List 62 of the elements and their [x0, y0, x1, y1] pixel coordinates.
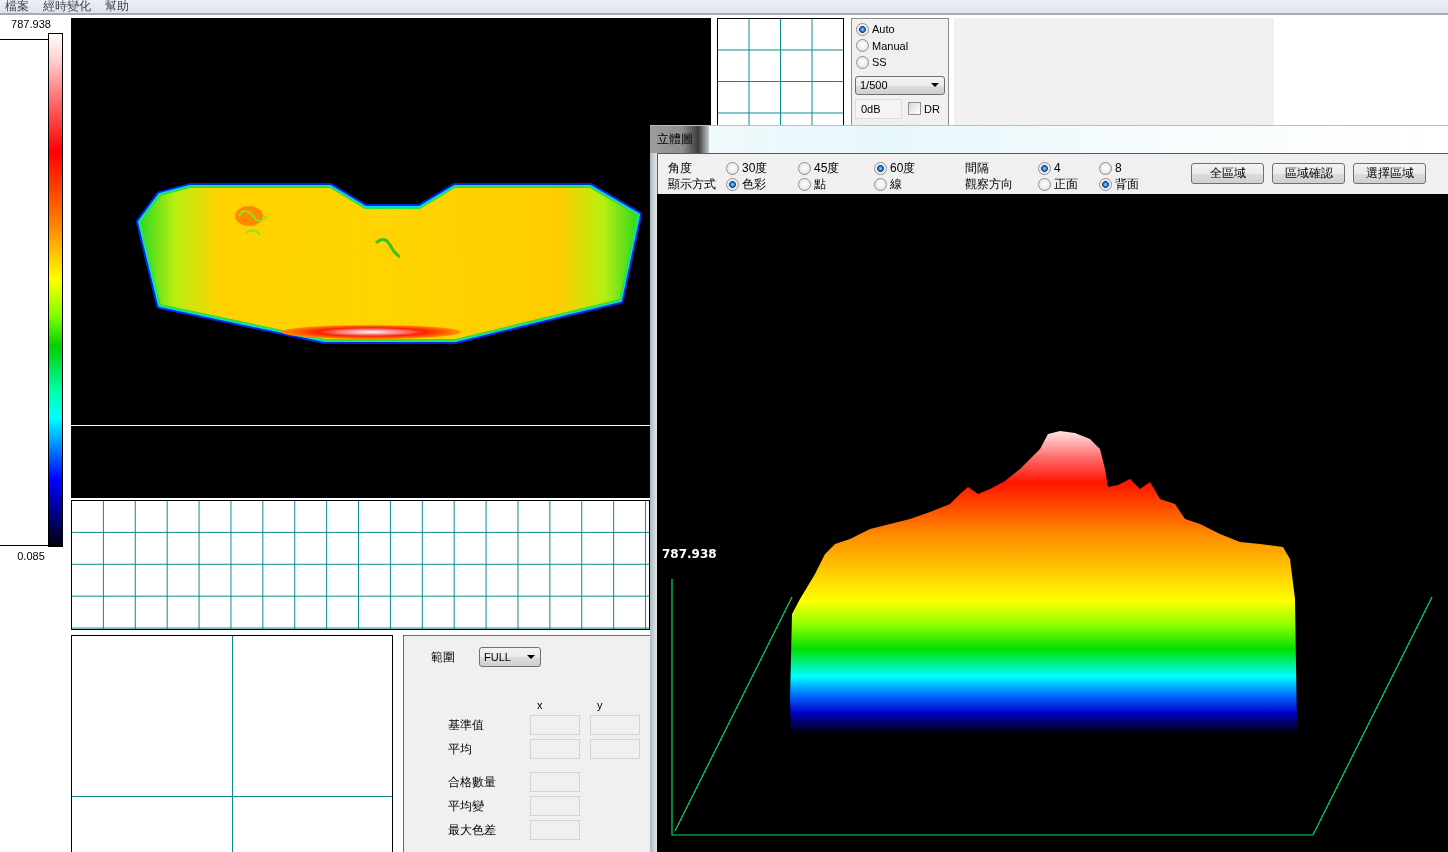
option-label: 間隔 [965, 160, 990, 176]
toolbar-button[interactable]: 全區域 [1191, 163, 1264, 184]
input-field[interactable] [530, 715, 580, 735]
input-field[interactable] [530, 820, 580, 840]
radio-label: 8 [1115, 161, 1122, 175]
checkbox-label: DR [924, 101, 940, 116]
radio-label: Manual [872, 38, 909, 53]
input-field[interactable] [590, 739, 640, 759]
field-label: 基準值 [448, 717, 485, 733]
radio-button[interactable] [874, 161, 887, 175]
input-field[interactable] [530, 796, 580, 816]
radio-label: 正面 [1054, 177, 1078, 191]
radio-label: 色彩 [742, 177, 766, 191]
dropdown[interactable]: 1/500 [855, 75, 945, 95]
radio-button[interactable] [1099, 177, 1112, 191]
menu-item[interactable]: 經時變化 [43, 0, 91, 13]
option-label: 觀察方向 [965, 176, 1014, 192]
window-title: 立體圖 [650, 126, 709, 153]
radio-label: SS [872, 55, 887, 70]
radio-button[interactable] [874, 177, 887, 191]
input-field[interactable] [530, 739, 580, 759]
radio-label: 45度 [814, 161, 840, 175]
radio-label: 背面 [1115, 177, 1139, 191]
field-label: 範圍 [431, 649, 456, 665]
field-label: 平均 [448, 741, 473, 757]
radio-label: 4 [1054, 161, 1061, 175]
toolbar-button[interactable]: 選擇區域 [1353, 163, 1426, 184]
radio-button[interactable] [726, 177, 739, 191]
scale-min-label: 0.085 [16, 550, 46, 563]
caret-icon [527, 655, 535, 659]
radio-button[interactable] [1099, 161, 1112, 175]
dropdown[interactable]: FULL [479, 647, 541, 667]
option-label: 顯示方式 [668, 176, 717, 192]
field-label: 合格數量 [448, 774, 497, 790]
radio-button[interactable] [1038, 161, 1051, 175]
radio-label: 30度 [742, 161, 768, 175]
radio-button[interactable] [856, 22, 869, 36]
input-field[interactable] [530, 772, 580, 792]
radio-button[interactable] [798, 177, 811, 191]
input-field[interactable] [590, 715, 640, 735]
checkbox[interactable] [908, 102, 921, 115]
column-header: y [596, 698, 604, 712]
radio-label: Auto [872, 22, 895, 37]
radio-button[interactable] [856, 55, 869, 69]
field-label: 最大色差 [448, 822, 497, 838]
radio-button[interactable] [726, 161, 739, 175]
axis-max-label: 787.938 [662, 547, 717, 561]
radio-label: 點 [814, 177, 826, 191]
radio-button[interactable] [1038, 177, 1051, 191]
input-field[interactable]: 0dB [855, 98, 902, 119]
column-header: x [536, 698, 544, 712]
radio-label: 線 [890, 177, 902, 191]
option-label: 角度 [668, 160, 693, 176]
radio-button[interactable] [856, 39, 869, 53]
caret-icon [931, 83, 939, 87]
radio-button[interactable] [798, 161, 811, 175]
menu-item[interactable]: 幫助 [105, 0, 129, 13]
scale-max-label: 787.938 [10, 18, 52, 31]
menu-item[interactable]: 檔案 [5, 0, 29, 13]
toolbar-button[interactable]: 區域確認 [1272, 163, 1345, 184]
field-label: 平均變 [448, 798, 485, 814]
radio-label: 60度 [890, 161, 916, 175]
